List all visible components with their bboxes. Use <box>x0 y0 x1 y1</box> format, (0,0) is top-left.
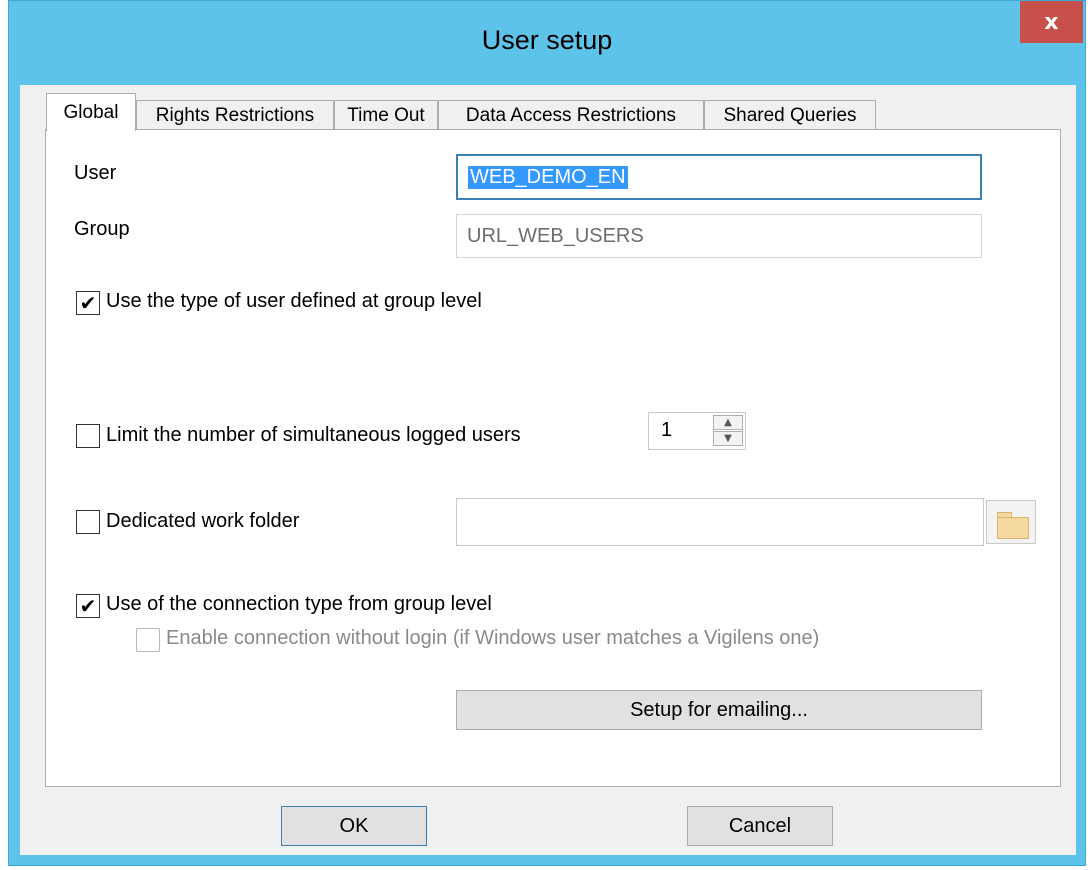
folder-icon <box>997 517 1029 539</box>
connection-without-login-label: Enable connection without login (if Wind… <box>166 627 820 649</box>
group-field-value: URL_WEB_USERS <box>467 224 644 247</box>
close-icon: x <box>1044 9 1059 35</box>
tab-shared-queries[interactable]: Shared Queries <box>704 100 876 130</box>
tab-rights-restrictions[interactable]: Rights Restrictions <box>136 100 334 130</box>
group-label: Group <box>74 218 130 240</box>
user-input-value: WEB_DEMO_EN <box>468 165 628 189</box>
use-connection-type-checkbox[interactable]: ✔ <box>76 594 100 618</box>
window-title: User setup <box>481 25 613 55</box>
tab-label: Global <box>63 101 119 123</box>
stepper-down-button[interactable]: ▼ <box>713 431 743 446</box>
close-button[interactable]: x <box>1020 1 1083 43</box>
cancel-label: Cancel <box>728 814 792 837</box>
setup-emailing-button[interactable]: Setup for emailing... <box>456 690 982 730</box>
tab-label: Shared Queries <box>723 104 857 126</box>
user-input[interactable]: WEB_DEMO_EN <box>456 154 982 200</box>
work-folder-input[interactable] <box>456 498 984 546</box>
title-bar[interactable]: User setup x <box>9 1 1085 87</box>
work-folder-label[interactable]: Dedicated work folder <box>106 510 299 533</box>
tab-data-access-restrictions[interactable]: Data Access Restrictions <box>438 100 704 130</box>
limit-sessions-value: 1 <box>661 419 673 441</box>
ok-label: OK <box>339 814 369 837</box>
browse-folder-button[interactable] <box>986 500 1036 544</box>
work-folder-checkbox[interactable] <box>76 510 100 534</box>
dialog-client-area: Global Rights Restrictions Time Out Data… <box>20 85 1076 855</box>
stepper-buttons: ▲ ▼ <box>713 415 743 447</box>
ok-button[interactable]: OK <box>281 806 427 846</box>
user-label: User <box>74 162 117 184</box>
tab-time-out[interactable]: Time Out <box>334 100 438 130</box>
limit-sessions-stepper[interactable]: 1 ▲ ▼ <box>648 412 746 450</box>
stepper-up-button[interactable]: ▲ <box>713 415 743 430</box>
tab-global[interactable]: Global <box>46 93 136 131</box>
use-connection-type-label[interactable]: Use of the connection type from group le… <box>106 593 492 616</box>
tab-label: Data Access Restrictions <box>465 104 677 126</box>
chevron-up-icon: ▲ <box>724 417 732 428</box>
use-group-type-checkbox[interactable]: ✔ <box>76 291 100 315</box>
checkmark-icon: ✔ <box>79 291 97 315</box>
global-tab-panel: User WEB_DEMO_EN Group URL_WEB_USERS ✔ U… <box>45 129 1061 787</box>
group-field: URL_WEB_USERS <box>456 214 982 258</box>
checkmark-icon: ✔ <box>79 594 97 618</box>
use-group-type-label[interactable]: Use the type of user defined at group le… <box>106 290 482 313</box>
limit-sessions-label[interactable]: Limit the number of simultaneous logged … <box>106 424 521 447</box>
tab-label: Time Out <box>347 104 425 126</box>
chevron-down-icon: ▼ <box>724 433 732 444</box>
connection-without-login-checkbox[interactable] <box>136 628 160 652</box>
limit-sessions-checkbox[interactable] <box>76 424 100 448</box>
cancel-button[interactable]: Cancel <box>687 806 833 846</box>
user-setup-dialog: User setup x Global Rights Restrictions … <box>8 0 1086 866</box>
tab-label: Rights Restrictions <box>155 104 315 126</box>
setup-emailing-label: Setup for emailing... <box>630 698 808 721</box>
